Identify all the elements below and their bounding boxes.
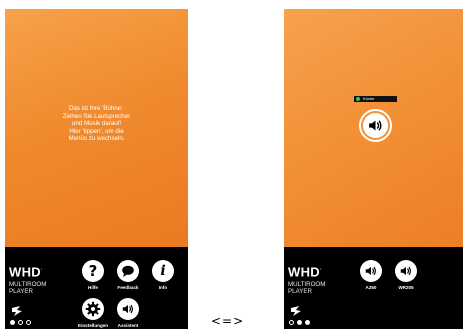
stage-area[interactable]: Das ist Ihre 'Bühne'. Ziehen Sie Lautspr…: [5, 9, 188, 247]
speaker-a250-button[interactable]: A250: [356, 260, 386, 290]
brand-logo: WHD·: [288, 264, 322, 280]
stage-message: Das ist Ihre 'Bühne'. Ziehen Sie Lautspr…: [62, 105, 131, 143]
speaker-icon: [363, 113, 388, 138]
phone-screen-main-menu: Das ist Ihre 'Bühne'. Ziehen Sie Lautspr…: [5, 9, 188, 329]
settings-button[interactable]: Einstellungen: [78, 298, 108, 328]
help-label: Hilfe: [88, 285, 98, 290]
help-button[interactable]: ? Hilfe: [78, 260, 108, 290]
brand-subtitle: MULTIROOM PLAYER: [288, 281, 326, 296]
stage-speaker[interactable]: Küche: [354, 96, 397, 142]
assistant-label: Assistent: [117, 323, 139, 328]
page-dot: [26, 320, 31, 325]
phone-screen-speakers: Küche WHD· MULTIROOM PLAYER A250 WR205: [284, 9, 463, 329]
info-button[interactable]: i Info: [148, 260, 178, 290]
speaker-wr205-button[interactable]: WR205: [391, 260, 421, 290]
bottom-dock: WHD· MULTIROOM PLAYER ? Hilfe Feedback i…: [5, 247, 188, 329]
page-dot: [305, 320, 310, 325]
speaker-a250-label: A250: [365, 285, 377, 290]
page-dot: [289, 320, 294, 325]
vendor-logo-icon: [289, 304, 303, 318]
chat-bubble-icon: [117, 260, 139, 282]
swap-indicator: <=>: [211, 314, 245, 328]
page-dot: [10, 320, 15, 325]
brand-block: WHD· MULTIROOM PLAYER: [9, 264, 69, 295]
info-icon: i: [152, 260, 174, 282]
stage-area[interactable]: Küche: [284, 9, 463, 247]
speaker-icon: [117, 298, 139, 320]
status-led: [356, 97, 360, 101]
question-icon: ?: [82, 260, 104, 282]
speaker-wr205-label: WR205: [398, 285, 414, 290]
brand-logo: WHD·: [9, 264, 43, 280]
speaker-icon: [395, 260, 417, 282]
page-dot: [18, 320, 23, 325]
speaker-status-bar: Küche: [354, 96, 397, 102]
page-indicator[interactable]: [10, 320, 31, 325]
info-label: Info: [158, 285, 168, 290]
feedback-button[interactable]: Feedback: [113, 260, 143, 290]
speaker-name: Küche: [363, 96, 375, 101]
assistant-button[interactable]: Assistent: [113, 298, 143, 328]
page-dot: [297, 320, 302, 325]
brand-subtitle: MULTIROOM PLAYER: [9, 281, 47, 296]
speaker-ring: [359, 109, 392, 142]
speaker-icon: [360, 260, 382, 282]
vendor-logo-icon: [10, 304, 24, 318]
gear-icon: [82, 298, 104, 320]
page-indicator[interactable]: [289, 320, 310, 325]
feedback-label: Feedback: [117, 285, 139, 290]
bottom-dock: WHD· MULTIROOM PLAYER A250 WR205: [284, 247, 463, 329]
brand-block: WHD· MULTIROOM PLAYER: [288, 264, 348, 295]
settings-label: Einstellungen: [78, 323, 109, 328]
